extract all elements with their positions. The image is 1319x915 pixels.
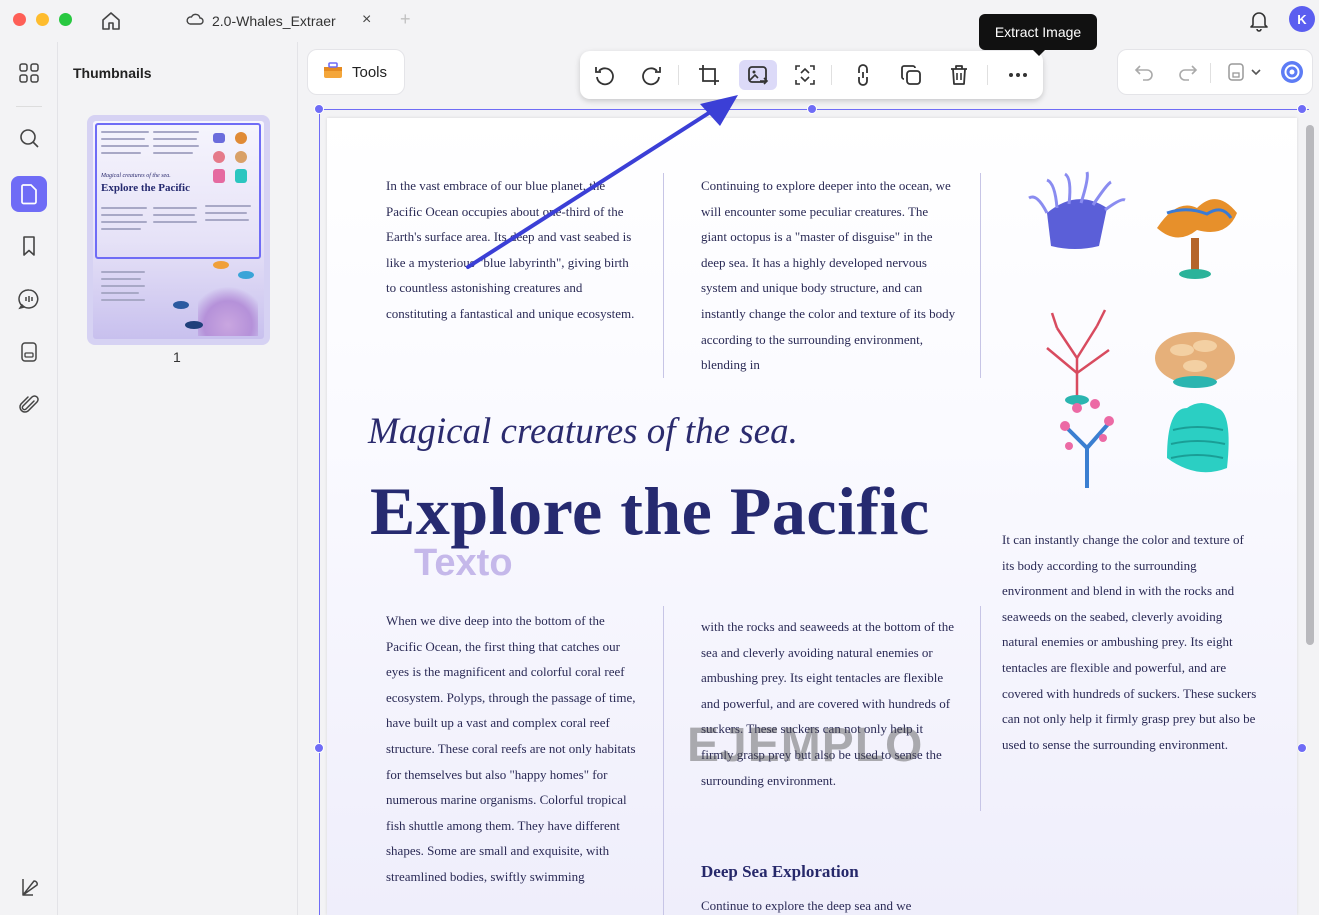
subtitle[interactable]: Magical creatures of the sea. [368,410,798,453]
column-divider [980,173,981,378]
delete-icon[interactable] [943,60,975,90]
search-icon[interactable] [13,122,45,154]
overlay-text[interactable]: Texto [414,542,513,585]
toolbar-divider [987,65,988,85]
tooltip: Extract Image [979,14,1097,56]
replace-image-icon[interactable] [789,60,821,90]
minimize-window-button[interactable] [36,13,49,26]
comment-icon[interactable] [13,283,45,315]
document-tab[interactable]: 2.0-Whales_Extraer × [170,0,388,42]
anemone-image [1028,171,1126,249]
mushroom-coral-image [1155,332,1235,388]
section-heading[interactable]: Deep Sea Exploration [701,862,859,882]
more-icon[interactable] [1002,60,1034,90]
page-thumbnail[interactable]: Magical creatures of the sea. Explore th… [87,115,270,345]
attachment-icon[interactable] [13,389,45,421]
orange-coral-image [1157,199,1237,279]
tools-label: Tools [352,63,388,81]
redo-icon[interactable] [1172,57,1204,87]
image-toolbar: Extract Image [580,14,1097,99]
tools-button[interactable]: Tools [307,49,405,95]
crop-icon[interactable] [693,60,725,90]
main-area: Tools Extract Image In the vast embrace … [299,14,1319,915]
page-number: 1 [173,349,181,365]
tube-coral-image [1167,403,1229,473]
history-panel [1117,49,1313,95]
text-block[interactable]: Continuing to explore deeper into the oc… [701,173,956,378]
grid-icon[interactable] [13,57,45,89]
thumbnails-panel: Thumbnails Magical creatures of the sea.… [58,42,298,915]
sidebar-divider [16,106,42,107]
chevron-down-icon[interactable] [1246,57,1266,87]
resize-handle[interactable] [314,743,324,753]
column-divider [980,606,981,811]
text-block[interactable]: In the vast embrace of our blue planet, … [386,173,636,327]
toolbar-divider [1210,63,1211,83]
headline[interactable]: Explore the Pacific [370,472,930,551]
column-divider [663,606,664,915]
tab-title: 2.0-Whales_Extraer [212,13,336,29]
ai-assistant-icon[interactable] [1276,57,1308,87]
text-block[interactable]: It can instantly change the color and te… [1002,527,1257,757]
resize-handle[interactable] [1297,743,1307,753]
form-icon[interactable] [13,336,45,368]
coral-images[interactable] [1017,168,1257,488]
watermark: EJEMPLO [687,719,924,772]
thumbnails-title: Thumbnails [73,65,152,81]
toolbar-divider [831,65,832,85]
left-icon-bar [0,42,58,915]
document-page[interactable]: In the vast embrace of our blue planet, … [327,118,1297,915]
copy-icon[interactable] [895,60,927,90]
maximize-window-button[interactable] [59,13,72,26]
extract-image-icon[interactable] [739,60,777,90]
vertical-scrollbar[interactable] [1306,125,1314,645]
new-tab-button[interactable]: + [400,9,411,30]
resize-handle[interactable] [314,104,324,114]
thumbnail-selection [95,123,261,259]
undo-icon[interactable] [1128,57,1160,87]
resize-handle[interactable] [1297,104,1307,114]
close-window-button[interactable] [13,13,26,26]
toolbar-divider [678,65,679,85]
theme-icon[interactable] [13,871,45,903]
text-block[interactable]: When we dive deep into the bottom of the… [386,608,636,890]
tab-close-button[interactable]: × [362,11,371,29]
thumbnail-preview: Magical creatures of the sea. Explore th… [93,121,264,339]
column-divider [663,173,664,378]
text-block[interactable]: Continue to explore the deep sea and we [701,893,956,915]
toolbox-icon [322,60,344,85]
selection-border-left [319,109,320,915]
rotate-right-icon[interactable] [636,60,668,90]
title-bar: 2.0-Whales_Extraer × + K [0,0,1319,42]
page-icon[interactable] [11,176,47,212]
rotate-left-icon[interactable] [588,60,620,90]
pink-coral-image [1060,399,1114,488]
bookmark-icon[interactable] [13,230,45,262]
cloud-icon [186,12,204,31]
bell-icon[interactable] [1248,8,1270,37]
link-icon[interactable] [847,60,879,90]
avatar[interactable]: K [1289,6,1315,32]
red-coral-image [1046,309,1110,405]
resize-handle[interactable] [807,104,817,114]
home-icon[interactable] [98,8,124,34]
